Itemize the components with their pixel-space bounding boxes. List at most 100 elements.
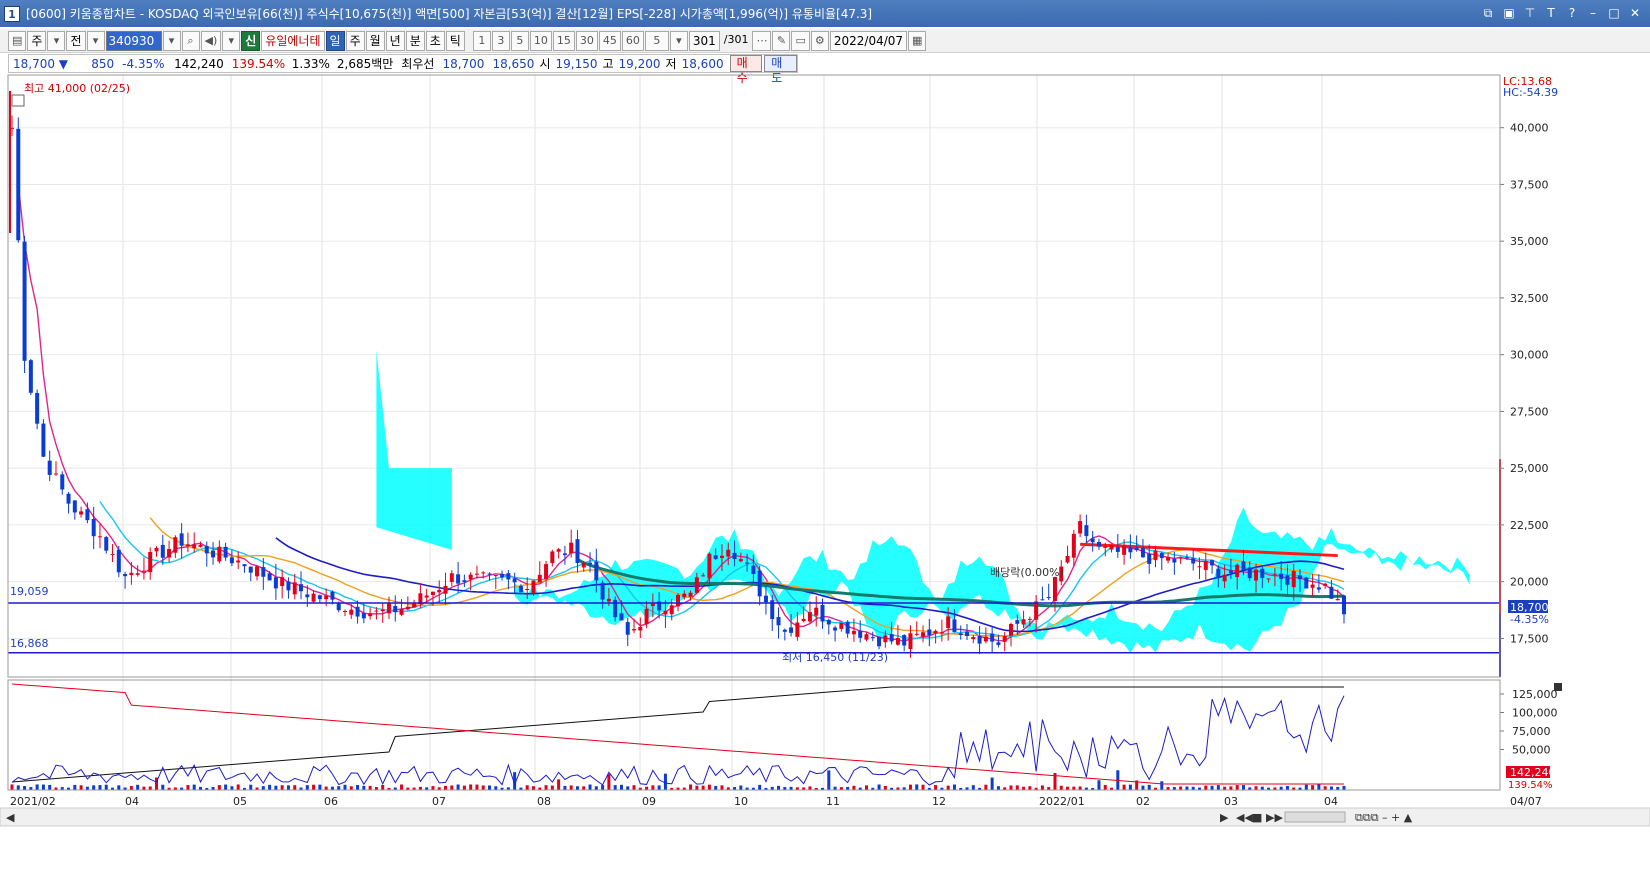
candle-body	[280, 577, 285, 587]
candle-body	[1254, 569, 1259, 581]
chevron-down-icon[interactable]: ▾	[47, 30, 66, 51]
period-minute-button[interactable]: 분	[405, 30, 425, 51]
gear-icon[interactable]: ⚙	[810, 30, 829, 51]
candle-body	[317, 595, 322, 600]
interval-45-button[interactable]: 45	[598, 30, 621, 51]
interval-30-button[interactable]: 30	[575, 30, 598, 51]
link-icon[interactable]: ⧉	[1479, 4, 1497, 22]
scroll-thumb[interactable]	[1284, 811, 1346, 823]
volume-bar	[908, 784, 912, 790]
scroll-right-icon[interactable]: ▶	[1220, 811, 1229, 824]
ask-price: 18,700	[442, 56, 485, 71]
volume-bar	[808, 786, 812, 790]
ichimoku-cloud	[376, 350, 1470, 654]
period-second-button[interactable]: 초	[425, 30, 445, 51]
interval-1-button[interactable]: 1	[472, 30, 491, 51]
window-number-badge[interactable]: 1	[4, 5, 20, 22]
interval-3-button[interactable]: 3	[491, 30, 510, 51]
volume-axis-label: 75,000	[1512, 725, 1551, 738]
volume-bar	[946, 785, 950, 790]
volume-bar	[1040, 785, 1044, 790]
volume-bar	[343, 784, 347, 790]
interval-5-button[interactable]: 5	[510, 30, 529, 51]
chevron-down-icon[interactable]: ▾	[669, 30, 688, 51]
candle-body	[1197, 566, 1202, 568]
stock-chart[interactable]: 2021/02 04 05 06 07 08 09 10 11 12 2022/01 02 03 04 04…	[0, 73, 1650, 876]
adjust-button[interactable]: 전	[66, 30, 86, 51]
search-icon[interactable]: ⌕	[181, 30, 200, 51]
period-year-button[interactable]: 년	[385, 30, 405, 51]
volume-bar	[550, 785, 554, 790]
period-tick-button[interactable]: 틱	[445, 30, 465, 51]
interval-value-select[interactable]: 5	[644, 30, 669, 51]
candle-body	[688, 592, 693, 597]
interval-10-button[interactable]: 10	[529, 30, 552, 51]
panel-close-icon[interactable]	[1554, 683, 1562, 691]
volume-bar	[23, 786, 27, 790]
candle-body	[91, 518, 96, 537]
pin-icon[interactable]: ⊤	[1521, 4, 1539, 22]
sell-button[interactable]: 매도	[764, 55, 797, 85]
candle-body	[763, 595, 768, 603]
candle-body	[393, 605, 398, 613]
volume-bar	[714, 786, 718, 790]
maximize-icon[interactable]: □	[1605, 4, 1623, 22]
chevron-down-icon[interactable]: ▾	[86, 30, 105, 51]
candle-body	[154, 547, 159, 552]
volume-bar	[619, 784, 623, 790]
stop-icon[interactable]: ■	[1252, 811, 1262, 824]
price-change-pct: -4.35%	[122, 56, 165, 71]
chevron-down-icon[interactable]: ▾	[222, 30, 241, 51]
crosshair-icon[interactable]: ✎	[772, 30, 791, 51]
period-week-button[interactable]: 주	[345, 30, 365, 51]
candle-body	[305, 594, 310, 598]
candle-body	[299, 584, 304, 592]
candle-body	[588, 562, 593, 565]
calendar-icon[interactable]: ▦	[908, 30, 927, 51]
save-icon[interactable]: ▭	[791, 30, 810, 51]
volume-bar	[544, 785, 548, 790]
zoom-tools-icon[interactable]: ⧉⧉⧉ – + ▲	[1355, 811, 1413, 824]
interval-60-button[interactable]: 60	[621, 30, 644, 51]
candle-body	[255, 566, 260, 577]
candle-body	[267, 573, 272, 581]
volume-bar	[720, 785, 724, 790]
candle-body	[116, 549, 121, 573]
volume-bar	[456, 784, 460, 790]
minimize-icon[interactable]: –	[1584, 4, 1602, 22]
speaker-icon[interactable]: ◀)	[200, 30, 222, 51]
chart-toolbar: ▤ 주 ▾ 전 ▾ ▾ ⌕ ◀) ▾ 신 유일에너테 일 주 월 년 분 초 틱…	[0, 29, 1650, 53]
buy-button[interactable]: 매수	[729, 55, 763, 85]
candle-body	[971, 636, 976, 640]
menu-icon[interactable]: ▤	[8, 30, 27, 51]
stock-code-input[interactable]	[105, 30, 162, 51]
font-icon[interactable]: T	[1542, 4, 1560, 22]
grid-icon[interactable]: ⋯	[752, 30, 772, 51]
chevron-down-icon[interactable]: ▾	[162, 30, 181, 51]
candle-body	[286, 581, 291, 591]
price-axis-label: 40,000	[1510, 122, 1549, 135]
close-icon[interactable]: ✕	[1626, 4, 1644, 22]
help-icon[interactable]: ?	[1563, 4, 1581, 22]
candle-body	[1228, 570, 1233, 574]
candle-body	[1065, 555, 1070, 563]
forward-icon[interactable]: ▶▶	[1266, 811, 1283, 824]
scroll-left-icon[interactable]: ◀	[6, 811, 15, 824]
candle-body	[927, 629, 932, 636]
calendar-icon[interactable]	[11, 94, 25, 107]
candle-body	[336, 603, 341, 611]
period-day-button[interactable]: 일	[325, 30, 345, 51]
stock-name[interactable]: 유일에너테	[261, 30, 325, 51]
candle-body	[550, 551, 555, 564]
date-input[interactable]: 2022/04/07	[829, 30, 908, 51]
layout-icon[interactable]: ▣	[1500, 4, 1518, 22]
period-select[interactable]: 주	[27, 30, 47, 51]
period-month-button[interactable]: 월	[365, 30, 385, 51]
interval-15-button[interactable]: 15	[552, 30, 575, 51]
candle-body	[311, 593, 316, 602]
rewind-icon[interactable]: ◀◀	[1236, 811, 1253, 824]
candle-body	[22, 241, 27, 361]
count-input[interactable]: 301	[688, 30, 720, 51]
candle-body	[1147, 553, 1152, 564]
volume-bar	[462, 785, 466, 790]
